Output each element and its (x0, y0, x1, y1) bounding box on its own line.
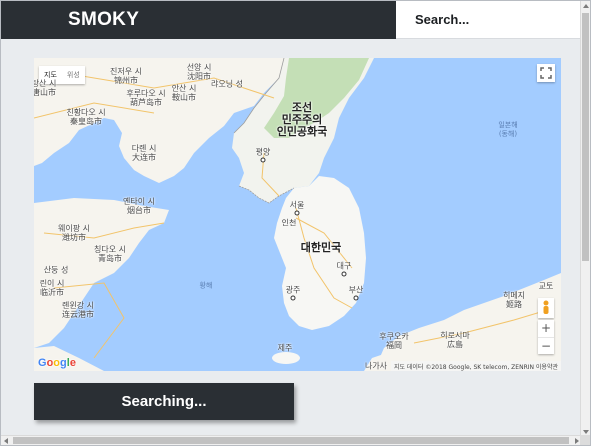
city-dot-pyongyang (260, 157, 266, 163)
horizontal-scrollbar[interactable] (1, 435, 582, 445)
map-label-dalian: 다롄 시 大连市 (131, 144, 157, 162)
map-label-busan: 부산 (348, 285, 364, 295)
city-dot-daegu (341, 271, 347, 277)
top-navbar: SMOKY (1, 1, 581, 39)
city-dot-busan (353, 295, 359, 301)
map-label-kyoto: 교토 (538, 281, 554, 291)
pegman-icon (543, 300, 549, 314)
map-label-weifang: 웨이팡 시 潍坊市 (58, 224, 90, 242)
map-label-qingdao: 칭다오 시 青岛市 (94, 245, 126, 263)
map-label-lianyungang: 롄윈강 시 连云港市 (62, 301, 94, 319)
vertical-scrollbar[interactable] (580, 1, 590, 437)
map-label-north-korea: 조선 민주주의 인민공화국 (276, 101, 328, 138)
map-label-jinzhou: 진저우 시 锦州市 (110, 67, 142, 85)
map-label-jeju: 제주 (277, 343, 293, 353)
google-logo[interactable]: Google (38, 357, 76, 369)
horizontal-scroll-thumb[interactable] (13, 437, 569, 444)
scroll-right-arrow-icon[interactable] (575, 438, 579, 444)
google-map[interactable]: 지도 위성 선양 시 沈阳市 랴오닝 성 안산 시 鞍山市 진저우 시 锦州市 … (34, 58, 561, 371)
vertical-scroll-thumb[interactable] (582, 13, 589, 261)
map-label-pyongyang: 평양 (255, 147, 271, 157)
map-label-fukuoka: 후쿠오카 福岡 (379, 332, 409, 350)
map-label-seoul: 서울 (289, 200, 305, 210)
map-attribution[interactable]: 지도 데이터 ©2018 Google, SK telecom, ZENRIN … (390, 361, 561, 371)
map-label-anshan: 안산 시 鞍山市 (171, 84, 197, 102)
map-label-east-sea: 일본해 (동해) (498, 121, 518, 138)
zoom-in-button[interactable]: + (538, 320, 554, 337)
zoom-control[interactable]: + − (538, 320, 554, 354)
map-label-tangshan: 탕산 시 唐山市 (34, 79, 57, 97)
map-label-yellow-sea: 황해 (199, 281, 213, 290)
fullscreen-icon (540, 67, 552, 79)
map-label-south-korea: 대한민국 (300, 241, 342, 254)
fullscreen-button[interactable] (537, 64, 555, 82)
search-box[interactable] (396, 1, 581, 39)
street-view-button[interactable] (538, 298, 554, 318)
map-label-liaoning: 랴오닝 성 (211, 79, 243, 89)
map-label-gwangju: 광주 (285, 285, 301, 295)
map-label-nagasaki: 나가사 (364, 361, 388, 371)
brand-logo[interactable]: SMOKY (68, 9, 139, 31)
scroll-up-arrow-icon[interactable] (583, 4, 589, 8)
map-label-qinhuangdao: 친황다오 시 秦皇岛市 (66, 108, 106, 126)
map-label-daegu: 대구 (336, 261, 352, 271)
browser-window: SMOKY Search... 지도 위성 선양 시 沈阳市 랴오닝 성 안산 … (0, 0, 591, 446)
city-dot-seoul (294, 210, 300, 216)
map-label-incheon: 인천 (281, 218, 297, 228)
searching-button[interactable]: Searching... (34, 383, 294, 420)
city-dot-gwangju (290, 295, 296, 301)
scroll-left-arrow-icon[interactable] (4, 438, 8, 444)
map-label-shandong: 산둥 성 (43, 265, 69, 275)
map-label-yantai: 옌타이 시 烟台市 (123, 197, 155, 215)
map-label-hiroshima: 히로시마 広島 (440, 331, 470, 349)
map-label-shenyang: 선양 시 沈阳市 (186, 63, 212, 81)
map-label-himeji: 히메지 姬路 (502, 291, 526, 309)
search-input[interactable] (396, 1, 581, 38)
scrollbar-corner (580, 435, 590, 445)
map-type-satellite[interactable]: 위성 (62, 66, 85, 84)
map-label-huludao: 후루다오 시 葫芦岛市 (126, 89, 166, 107)
scroll-down-arrow-icon[interactable] (583, 430, 589, 434)
map-label-linyi: 린이 시 临沂市 (39, 279, 65, 297)
zoom-out-button[interactable]: − (538, 337, 554, 354)
